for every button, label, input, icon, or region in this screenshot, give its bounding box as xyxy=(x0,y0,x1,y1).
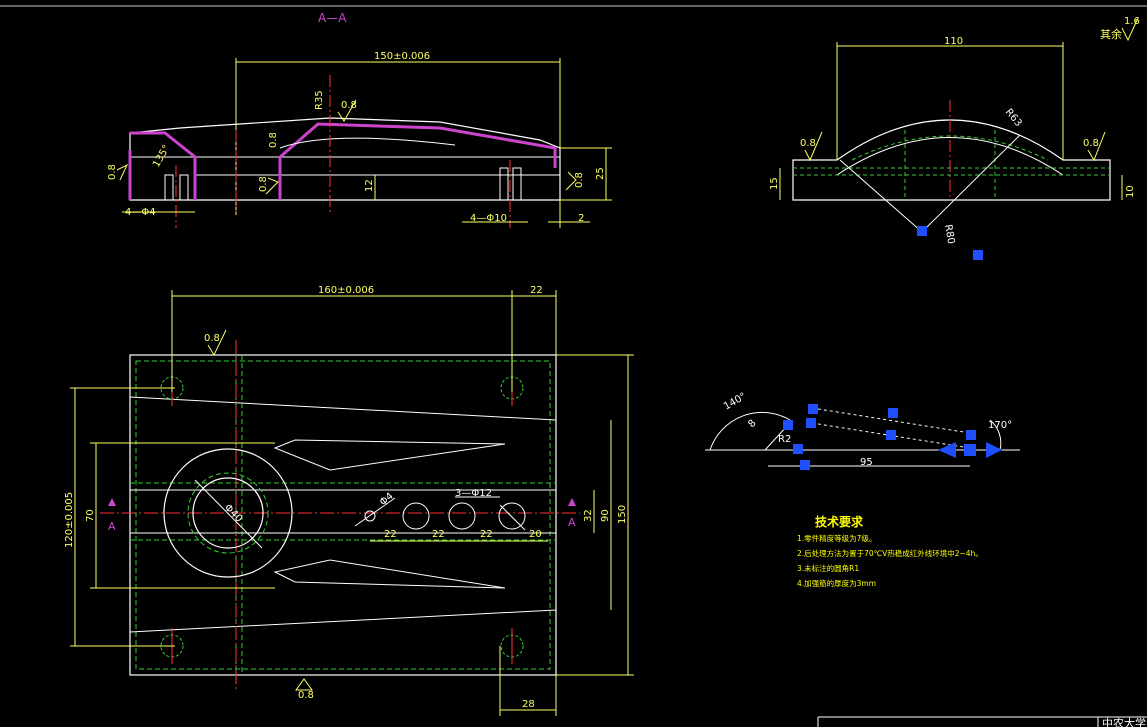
radius-leader xyxy=(839,134,1021,233)
dim-r2: R2 xyxy=(778,434,791,445)
hidden-rect xyxy=(135,360,551,670)
dim-4-phi4: 4—Φ4 xyxy=(125,207,156,218)
plan-outline xyxy=(129,354,557,676)
rough-general-label: 其余 xyxy=(1100,27,1122,41)
rough-general-value: 1.6 xyxy=(1124,16,1140,27)
section-arrow xyxy=(108,498,116,506)
grip-handle[interactable] xyxy=(793,444,803,454)
grip-handle[interactable] xyxy=(808,404,818,414)
hole-phi12 xyxy=(402,502,430,530)
grip-handle[interactable] xyxy=(888,408,898,418)
dim-4-phi10: 4—Φ10 xyxy=(470,213,507,224)
grip-handle[interactable] xyxy=(917,226,927,236)
grip-handle[interactable] xyxy=(973,250,983,260)
rough-left: 0.8 xyxy=(800,138,816,149)
dim-8: 8 xyxy=(746,418,758,430)
rough-0.8-low: 0.8 xyxy=(258,176,269,192)
dim-10: 10 xyxy=(1125,185,1136,198)
dim-110: 110 xyxy=(944,36,963,47)
dim-32: 32 xyxy=(583,509,594,522)
dim-r35: R35 xyxy=(314,90,325,110)
grip-handle[interactable] xyxy=(886,430,896,440)
dim-r80: R80 xyxy=(942,224,956,245)
tech-note-4: 4.加强筋的厚度为3mm xyxy=(797,578,876,588)
dim-70: 70 xyxy=(85,509,96,522)
dim-160: 160±0.006 xyxy=(318,285,374,296)
dim-spacing-1: 22 xyxy=(384,529,397,540)
dim-3-phi12: 3—Φ12 xyxy=(455,488,492,499)
dim-2: 2 xyxy=(578,213,584,224)
rough-top: 0.8 xyxy=(204,333,220,344)
grip-handle[interactable] xyxy=(800,460,810,470)
roughness-symbol xyxy=(295,678,313,691)
dim-135: 135° xyxy=(151,143,173,169)
section-view-a-a[interactable]: A—A 150±0.006 R35 0.8 135° 0.8 0.8 0.8 2… xyxy=(107,11,612,228)
rib xyxy=(179,174,189,201)
title-block-fragment: 中农大学 xyxy=(817,716,1147,727)
rough-bottom: 0.8 xyxy=(298,690,314,701)
rib xyxy=(499,167,509,201)
section-arrow xyxy=(568,498,576,506)
side-view[interactable]: 110 其余 1.6 R63 R80 0.8 0.8 15 10 xyxy=(769,16,1140,260)
cad-drawing-canvas[interactable]: A—A 150±0.006 R35 0.8 135° 0.8 0.8 0.8 2… xyxy=(0,0,1147,727)
detail-view[interactable]: 140° 8 R2 170° 95 xyxy=(705,391,1020,470)
angle-140: 140° xyxy=(722,391,748,413)
dim-spacing-4: 20 xyxy=(529,529,542,540)
tech-note-1: 1.零件精度等级为7级。 xyxy=(797,533,876,543)
section-mark-right: A xyxy=(568,516,576,529)
section-mark-left: A xyxy=(108,520,116,533)
hole-phi12 xyxy=(498,502,526,530)
dim-22-top: 22 xyxy=(530,285,543,296)
rib-edge xyxy=(129,609,557,633)
dim-90: 90 xyxy=(600,509,611,522)
title-block-text: 中农大学 xyxy=(1102,716,1146,727)
dim-12: 12 xyxy=(364,179,375,192)
dim-120: 120±0.005 xyxy=(64,492,75,548)
dim-r63: R63 xyxy=(1003,107,1024,129)
grip-handle[interactable] xyxy=(964,444,976,456)
drawing-svg[interactable]: A—A 150±0.006 R35 0.8 135° 0.8 0.8 0.8 2… xyxy=(0,0,1147,727)
angle-170: 170° xyxy=(988,420,1012,431)
rough-right: 0.8 xyxy=(1083,138,1099,149)
dim-25: 25 xyxy=(595,167,606,180)
hole-phi12 xyxy=(448,502,476,530)
grip-handle[interactable] xyxy=(966,430,976,440)
grip-handle[interactable] xyxy=(783,420,793,430)
rough-0.8-mid: 0.8 xyxy=(268,132,279,148)
dim-phi40: Φ40 xyxy=(222,502,244,524)
dim-spacing-2: 22 xyxy=(432,529,445,540)
tech-notes: 技术要求 1.零件精度等级为7级。 2.后处理方法为置于70℃V热稳成红外线环境… xyxy=(797,514,983,588)
tech-note-2: 2.后处理方法为置于70℃V热稳成红外线环境中2~4h。 xyxy=(797,548,983,558)
dim-150-right: 150 xyxy=(617,505,628,524)
dim-150: 150±0.006 xyxy=(374,51,430,62)
grip-handle[interactable] xyxy=(806,418,816,428)
inner-curve xyxy=(279,137,456,149)
rib xyxy=(512,167,522,201)
rib-edge xyxy=(129,396,557,421)
dim-28: 28 xyxy=(522,699,535,710)
tech-note-3: 3.未标注的圆角R1 xyxy=(797,563,859,573)
dim-phi4: Φ4 xyxy=(378,491,396,509)
plan-view[interactable]: Φ40 Φ4 3—Φ12 22 22 22 20 160±0.006 22 0.… xyxy=(64,285,634,716)
section-label: A—A xyxy=(318,11,347,25)
rib-slot xyxy=(273,439,506,471)
tech-notes-title: 技术要求 xyxy=(815,514,864,529)
rib-slot xyxy=(273,559,506,589)
grip-arrow[interactable] xyxy=(986,442,1002,458)
roughness-symbol xyxy=(116,163,129,181)
rough-0.8-left: 0.8 xyxy=(107,164,118,180)
rib xyxy=(164,174,174,201)
dim-15: 15 xyxy=(769,177,780,190)
dim-spacing-3: 22 xyxy=(480,529,493,540)
grip-arrow[interactable] xyxy=(938,442,956,458)
dim-95: 95 xyxy=(860,457,873,468)
